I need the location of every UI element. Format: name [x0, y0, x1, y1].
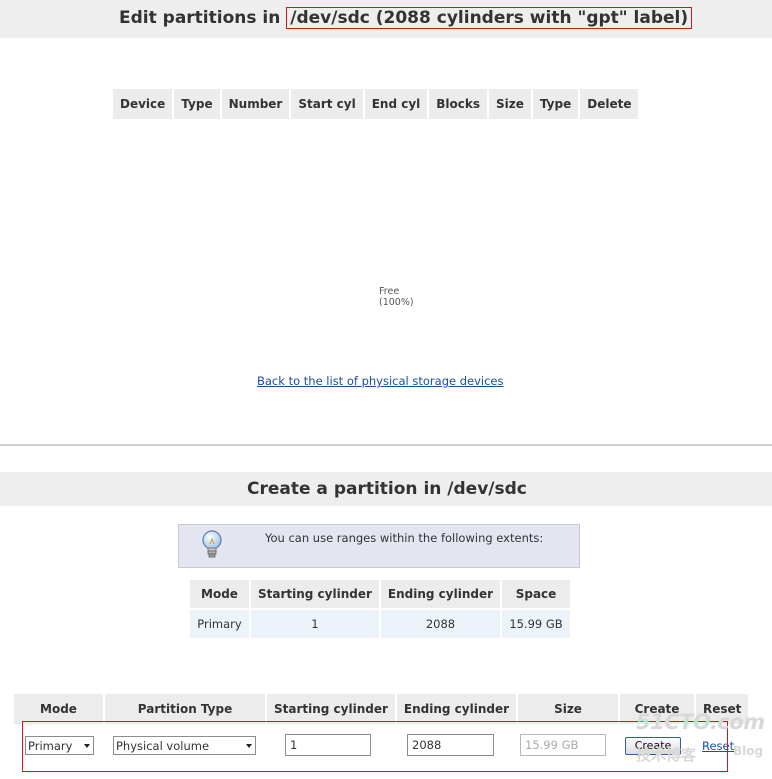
extents-table: Mode Starting cylinder Ending cylinder S… — [188, 578, 572, 640]
free-percent-text: (100%) — [379, 297, 414, 308]
ext-cell-space: 15.99 GB — [502, 610, 571, 638]
ext-cell-mode: Primary — [190, 610, 249, 638]
extents-info-text: You can use ranges within the following … — [265, 531, 544, 545]
back-to-devices-link[interactable]: Back to the list of physical storage dev… — [257, 374, 504, 388]
col-blocks: Blocks — [429, 89, 488, 119]
watermark-sub: 技术博客 — [636, 746, 697, 764]
ext-cell-end: 2088 — [380, 610, 501, 638]
col-device: Device — [113, 89, 173, 119]
ext-col-mode: Mode — [190, 580, 249, 608]
form-col-partition-type: Partition Type — [105, 694, 265, 724]
extents-info-box: You can use ranges within the following … — [178, 524, 580, 568]
edit-title-prefix: Edit partitions in — [119, 8, 281, 28]
free-label-text: Free — [379, 286, 400, 297]
col-type-2: Type — [532, 89, 579, 119]
edit-page-title: Edit partitions in /dev/sdc (2088 cylind… — [119, 7, 693, 29]
free-space-label: Free (100%) — [379, 286, 414, 308]
form-col-start: Starting cylinder — [267, 694, 395, 724]
lightbulb-icon — [201, 529, 223, 565]
col-number: Number — [221, 89, 290, 119]
form-col-mode: Mode — [14, 694, 103, 724]
col-start-cyl: Start cyl — [291, 89, 363, 119]
col-delete: Delete — [580, 89, 639, 119]
section-divider — [0, 444, 772, 446]
form-col-end: Ending cylinder — [396, 694, 517, 724]
partitions-header-row: Device Type Number Start cyl End cyl Blo… — [113, 89, 639, 119]
ext-col-start: Starting cylinder — [251, 580, 379, 608]
edit-title-device: /dev/sdc (2088 cylinders with "gpt" labe… — [286, 7, 693, 29]
table-row: Primary 1 2088 15.99 GB — [190, 610, 571, 638]
ext-col-space: Space — [502, 580, 571, 608]
partitions-table: Device Type Number Start cyl End cyl Blo… — [111, 87, 640, 121]
create-page-title: Create a partition in /dev/sdc — [247, 479, 527, 499]
form-row-highlight — [22, 721, 728, 772]
col-type: Type — [174, 89, 220, 119]
watermark-main: 51CTO.com — [636, 710, 765, 734]
ext-cell-start: 1 — [251, 610, 379, 638]
extents-header-row: Mode Starting cylinder Ending cylinder S… — [190, 580, 571, 608]
watermark-blog: Blog — [733, 744, 764, 758]
form-col-size: Size — [518, 694, 619, 724]
col-size: Size — [489, 89, 531, 119]
col-end-cyl: End cyl — [364, 89, 428, 119]
ext-col-end: Ending cylinder — [380, 580, 501, 608]
